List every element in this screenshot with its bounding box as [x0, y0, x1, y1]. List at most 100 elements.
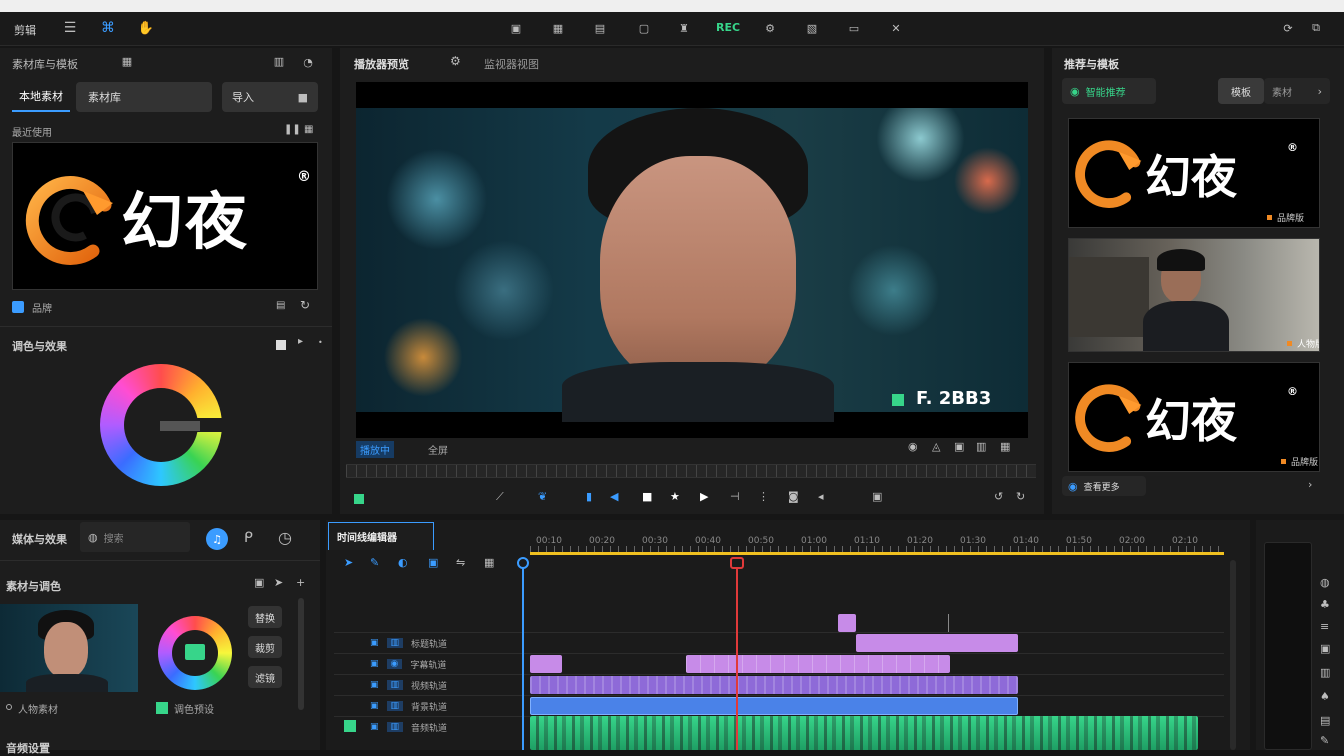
mini-color-wheel[interactable]	[158, 616, 232, 690]
template-card-1[interactable]: 幻夜 ® 品牌版	[1068, 118, 1320, 228]
color-slider-handle[interactable]	[160, 421, 200, 431]
ripple-tool-icon[interactable]: ◐	[398, 556, 408, 569]
import-icon[interactable]: ▣	[508, 19, 524, 37]
strip-icon-6[interactable]: ♠	[1320, 690, 1330, 703]
timer-icon[interactable]: ◷	[278, 528, 292, 547]
strip-icon-7[interactable]: ▤	[1320, 714, 1330, 727]
rotate-icon[interactable]: ↻	[300, 298, 310, 312]
track-lock-icon[interactable]: ◉	[386, 659, 403, 669]
track-visibility-icon[interactable]: ▣	[370, 638, 379, 648]
play-icon[interactable]: ▶	[700, 490, 708, 503]
snap-tool-icon[interactable]: ⇋	[456, 556, 465, 569]
export-icon[interactable]: ▤	[592, 19, 608, 37]
scrub-bar[interactable]	[346, 464, 1036, 478]
record-label[interactable]: REC	[716, 21, 740, 34]
next-frame-icon[interactable]: ⊣	[730, 490, 740, 503]
tab-local[interactable]: 本地素材	[12, 82, 70, 112]
track-visibility-icon[interactable]: ▣	[370, 722, 379, 732]
folder-icon[interactable]: ▣	[254, 576, 264, 589]
replace-button[interactable]: 替换	[248, 606, 282, 628]
track-lock-icon[interactable]: ▥	[386, 680, 404, 690]
refresh-icon[interactable]: ⟳	[1280, 19, 1296, 37]
view-more-button[interactable]: ◉ 查看更多	[1062, 476, 1146, 496]
snapshot-icon[interactable]: ▣	[954, 440, 964, 453]
hamburger-icon[interactable]: ☰	[62, 19, 78, 37]
mic-icon[interactable]: ♫	[206, 528, 228, 550]
audio-waveform-clip[interactable]	[530, 716, 1198, 750]
stop-icon[interactable]: ■	[642, 490, 652, 503]
color-wheel[interactable]	[100, 364, 230, 486]
pin-icon[interactable]: ᑭ	[244, 530, 253, 546]
audio-track-active-icon[interactable]	[344, 720, 356, 732]
razor-tool-icon[interactable]: ✎	[370, 556, 379, 569]
link-icon[interactable]: ▤	[276, 300, 285, 311]
fullscreen-icon[interactable]: ▦	[1000, 440, 1010, 453]
tab-material[interactable]: 素材 ›	[1264, 78, 1330, 104]
effect-icon[interactable]: ❦	[538, 490, 547, 503]
bookmark-icon[interactable]: ▭	[846, 19, 862, 37]
timeline-tab[interactable]: 时间线编辑器	[328, 522, 434, 550]
logo-thumbnail[interactable]: 幻夜 ®	[12, 142, 318, 290]
right-chevron-icon[interactable]: ›	[1308, 478, 1312, 491]
document-icon[interactable]: ▢	[636, 19, 652, 37]
send-icon[interactable]: ➤	[274, 576, 283, 589]
template-card-3[interactable]: 幻夜 ® 品牌版	[1068, 362, 1320, 472]
slip-tool-icon[interactable]: ▣	[428, 556, 438, 569]
redo-icon[interactable]: ↻	[1016, 490, 1025, 503]
preview-tab-monitor[interactable]: 监视器视图	[484, 56, 539, 72]
more-icon[interactable]: ▦	[304, 124, 313, 135]
tab-library[interactable]: 素材库	[76, 82, 212, 112]
hand-icon[interactable]: ✋	[138, 19, 154, 37]
speaker-icon[interactable]: ◂	[818, 490, 824, 503]
layout-icon[interactable]: ▦	[550, 19, 566, 37]
quality-label[interactable]: 全屏	[428, 442, 448, 457]
marker-icon[interactable]: ▮	[586, 490, 592, 503]
grid-icon[interactable]: ▦	[120, 54, 134, 68]
cut-icon[interactable]: ⌘	[100, 19, 116, 37]
menu-label[interactable]: 剪辑	[14, 22, 36, 38]
dot-icon[interactable]: •	[318, 338, 323, 347]
track-visibility-icon[interactable]: ▣	[370, 659, 379, 669]
stats-icon[interactable]: ▥	[272, 54, 286, 68]
video-frame[interactable]: F. 2BB3	[356, 82, 1028, 438]
subtitle-clip-2[interactable]	[686, 655, 950, 673]
share-icon[interactable]: ◀	[610, 490, 618, 503]
track-lock-icon[interactable]: ▥	[386, 638, 404, 648]
color-toggle-icon[interactable]	[276, 340, 286, 350]
star-icon[interactable]: ★	[670, 490, 680, 503]
crop-button[interactable]: 裁剪	[248, 636, 282, 658]
clip-thumbnail[interactable]	[0, 604, 138, 692]
title-clip[interactable]	[856, 634, 1018, 652]
mark-in-icon[interactable]: ⟋	[496, 490, 504, 504]
strip-icon-8[interactable]: ✎	[1320, 734, 1329, 747]
spinner-icon[interactable]: ◔	[300, 54, 316, 70]
loop-indicator-icon[interactable]	[354, 494, 364, 504]
background-clip[interactable]	[530, 697, 1018, 715]
search-field[interactable]: ◍ 搜索	[80, 522, 190, 552]
undo-icon[interactable]: ↺	[994, 490, 1003, 503]
track-lock-icon[interactable]: ▥	[386, 722, 404, 732]
list-icon[interactable]: ▧	[804, 19, 820, 37]
template-card-2[interactable]: 人物版	[1068, 238, 1320, 352]
add-icon[interactable]: +	[296, 576, 305, 589]
strip-icon-2[interactable]: ♣	[1320, 598, 1330, 611]
camera-icon[interactable]: ◙	[788, 490, 799, 503]
strip-icon-5[interactable]: ▥	[1320, 666, 1330, 679]
strip-icon-3[interactable]: ≡	[1320, 620, 1329, 633]
pause-icon[interactable]: ❚❚	[284, 124, 301, 135]
smart-recommend-tag[interactable]: ◉ 智能推荐	[1062, 78, 1156, 104]
volume-icon[interactable]: ◉	[908, 440, 918, 453]
grid-tool-icon[interactable]: ▦	[484, 556, 494, 569]
preview-settings-icon[interactable]: ⚙	[450, 54, 461, 68]
settings-icon[interactable]: ⚙	[762, 19, 778, 37]
collapse-icon[interactable]: ▸	[298, 336, 303, 347]
track-lock-icon[interactable]: ▥	[386, 701, 404, 711]
crop-icon[interactable]: ▣	[872, 490, 882, 503]
bell-icon[interactable]: ◬	[932, 440, 940, 453]
tools-icon[interactable]: ✕	[888, 19, 904, 37]
timeline-scrollbar[interactable]	[1230, 560, 1236, 750]
video-clip[interactable]	[530, 676, 1018, 694]
robot-icon[interactable]: ♜	[676, 19, 692, 37]
title-clip-small[interactable]	[838, 614, 856, 632]
copy-icon[interactable]: ⧉	[1308, 19, 1324, 37]
